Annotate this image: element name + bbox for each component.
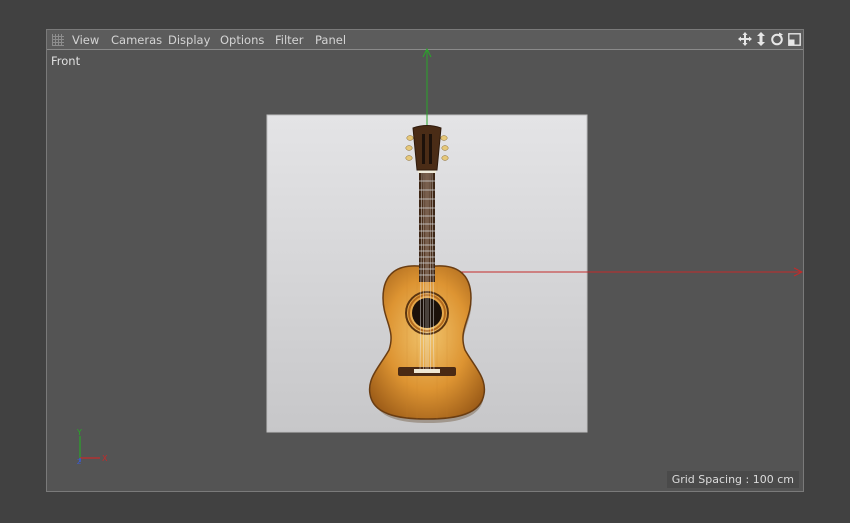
- gizmo-x-label: X: [102, 454, 108, 463]
- axis-gizmo: Y X Z: [76, 428, 108, 466]
- gizmo-y-label: Y: [76, 428, 82, 437]
- viewport-window[interactable]: View Cameras Display Options Filter Pane…: [46, 29, 804, 492]
- view-name-label: Front: [51, 54, 81, 68]
- headstock: [412, 125, 442, 171]
- sound-hole: [412, 298, 442, 328]
- viewport-canvas[interactable]: Y X Z: [47, 30, 803, 491]
- grid-spacing-readout: Grid Spacing : 100 cm: [666, 471, 799, 488]
- gizmo-z-label: Z: [77, 459, 81, 466]
